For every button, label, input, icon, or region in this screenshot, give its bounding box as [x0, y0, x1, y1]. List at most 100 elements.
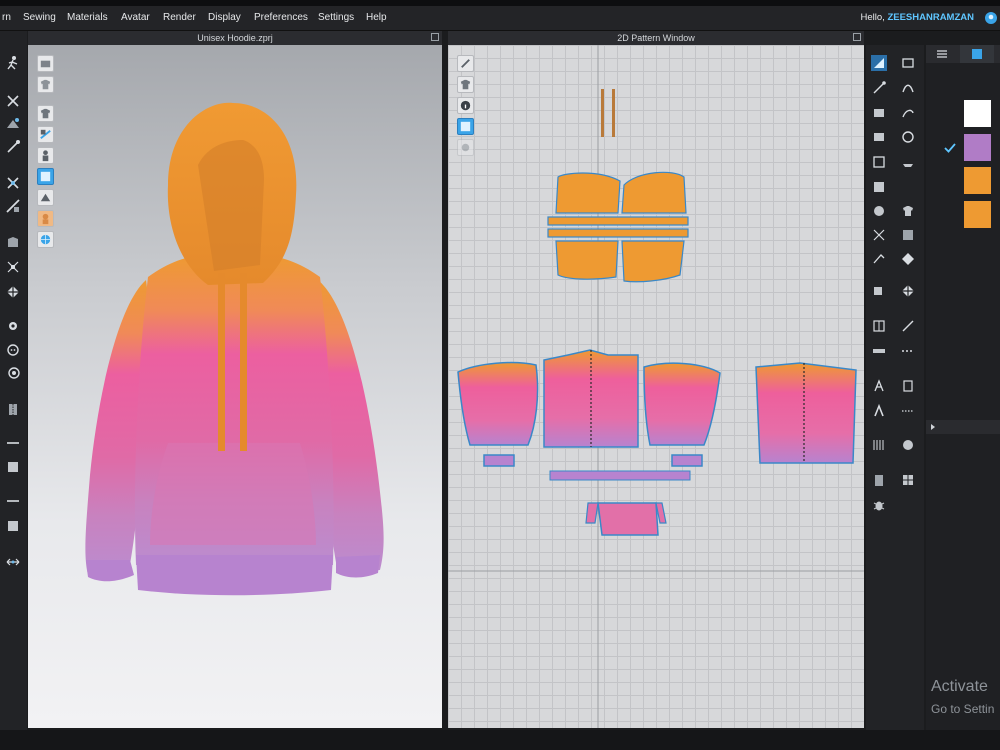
maximize-icon[interactable] — [853, 33, 861, 41]
graphic-tool-icon[interactable] — [900, 378, 916, 394]
menu-render[interactable]: Render — [163, 6, 196, 30]
fabric-block-icon[interactable] — [5, 459, 21, 475]
zipper-tool-icon[interactable] — [5, 401, 21, 417]
hem-rib — [136, 555, 333, 596]
view3d-title: Unisex Hoodie.zprj — [197, 33, 273, 43]
fold-pattern-icon[interactable] — [871, 283, 887, 299]
transform-pattern-icon[interactable] — [900, 55, 916, 71]
fabric-swatch[interactable] — [964, 100, 991, 127]
measure-icon[interactable] — [5, 259, 21, 275]
annotation-icon[interactable] — [871, 403, 887, 419]
menu-display[interactable]: Display — [208, 6, 241, 30]
fabric-tab[interactable] — [960, 45, 994, 63]
segment-sewing-icon[interactable] — [871, 251, 887, 267]
fold-tool-icon[interactable] — [5, 116, 21, 132]
menu-preferences[interactable]: Preferences — [254, 6, 308, 30]
free-sewing-icon[interactable] — [900, 251, 916, 267]
hood-piece[interactable] — [555, 240, 619, 280]
hood-piece[interactable] — [555, 172, 621, 214]
hood-piece[interactable] — [621, 240, 685, 283]
puckering-icon[interactable] — [900, 472, 916, 488]
collapse-arrow-icon[interactable] — [929, 423, 937, 431]
menu-help[interactable]: Help — [366, 6, 387, 30]
menu-file-truncated[interactable]: rn — [2, 6, 11, 30]
menu-materials[interactable]: Materials — [67, 6, 108, 30]
activation-watermark-line2: Go to Settin — [931, 702, 995, 716]
text-tool-icon[interactable] — [871, 378, 887, 394]
list-view-icon[interactable] — [934, 46, 950, 62]
move-tool-icon[interactable] — [5, 93, 21, 109]
hood-band[interactable] — [547, 228, 689, 238]
maximize-icon[interactable] — [431, 33, 439, 41]
ellipse-icon[interactable] — [900, 129, 916, 145]
pin-tool-icon[interactable] — [5, 139, 21, 155]
pattern-canvas[interactable] — [448, 45, 864, 728]
segment-tool-icon[interactable] — [5, 435, 21, 451]
seam-icon[interactable] — [900, 227, 916, 243]
drawstring-piece[interactable] — [601, 89, 604, 137]
stitch-icon[interactable] — [900, 403, 916, 419]
bug-icon[interactable] — [871, 497, 887, 513]
zipper-pattern-icon[interactable] — [871, 472, 887, 488]
pocket-piece[interactable] — [597, 502, 659, 536]
menu-settings[interactable]: Settings — [318, 6, 354, 30]
drawstring-piece[interactable] — [612, 89, 615, 137]
edit-curve-icon[interactable] — [900, 80, 916, 96]
avatar-pose-icon[interactable] — [5, 55, 21, 71]
account-icon[interactable] — [984, 11, 998, 25]
tack-tool-icon[interactable] — [5, 318, 21, 334]
button-tool-icon[interactable] — [5, 342, 21, 358]
left-drawstring — [218, 273, 225, 451]
pocket-welt[interactable] — [585, 502, 599, 524]
object-browser-tabs — [926, 45, 1000, 63]
sleeve-piece[interactable] — [457, 361, 539, 446]
view3d-viewport[interactable] — [28, 45, 442, 728]
fabric-swatch[interactable] — [964, 134, 991, 161]
grid-icon[interactable] — [871, 437, 887, 453]
back-body-piece[interactable] — [755, 362, 857, 464]
hem-band-piece[interactable] — [549, 470, 691, 481]
property-editor-header — [926, 420, 1000, 434]
expand-arrows-icon[interactable] — [5, 554, 21, 570]
checker-pattern-icon[interactable] — [900, 283, 916, 299]
menu-sewing[interactable]: Sewing — [23, 6, 56, 30]
fabric-swatch[interactable] — [964, 201, 991, 228]
tape-tool-icon[interactable] — [5, 493, 21, 509]
right-drawstring — [240, 273, 247, 451]
hood-piece[interactable] — [621, 171, 687, 214]
status-bar — [0, 730, 1000, 750]
internal-polygon-icon[interactable] — [871, 154, 887, 170]
cut-icon[interactable] — [871, 227, 887, 243]
username[interactable]: ZEESHANRAMZAN — [887, 12, 974, 23]
hoodie-3d-model[interactable] — [28, 45, 442, 728]
greeting-prefix: Hello, — [860, 12, 885, 23]
kangaroo-pocket — [150, 443, 316, 545]
trace-icon[interactable] — [871, 203, 887, 219]
sleeve-piece[interactable] — [643, 362, 721, 446]
line-tool-icon[interactable] — [900, 318, 916, 334]
button-pattern-icon[interactable] — [900, 437, 916, 453]
texture-block-icon[interactable] — [5, 518, 21, 534]
menu-avatar[interactable]: Avatar — [121, 6, 150, 30]
edit-pattern-icon[interactable] — [871, 55, 887, 71]
cuff-piece[interactable] — [671, 454, 703, 467]
edit-point-icon[interactable] — [871, 80, 887, 96]
shirt-pattern-icon[interactable] — [900, 203, 916, 219]
notch-icon[interactable] — [871, 318, 887, 334]
ruler-icon[interactable] — [871, 343, 887, 359]
polygon-icon[interactable] — [871, 105, 887, 121]
fabric-swatch[interactable] — [964, 167, 991, 194]
steam-icon[interactable] — [900, 154, 916, 170]
select-tool-icon[interactable] — [5, 175, 21, 191]
cuff-piece[interactable] — [483, 454, 515, 467]
checker-icon[interactable] — [5, 284, 21, 300]
transform-tool-icon[interactable] — [5, 198, 21, 214]
rectangle-icon[interactable] — [871, 129, 887, 145]
darts-icon[interactable] — [871, 179, 887, 195]
curve-point-icon[interactable] — [900, 105, 916, 121]
left-toolbar — [0, 31, 27, 730]
garment-fit-icon[interactable] — [5, 234, 21, 250]
dashed-line-icon[interactable] — [900, 343, 916, 359]
hood-band[interactable] — [547, 216, 689, 226]
buttonhole-tool-icon[interactable] — [5, 365, 21, 381]
